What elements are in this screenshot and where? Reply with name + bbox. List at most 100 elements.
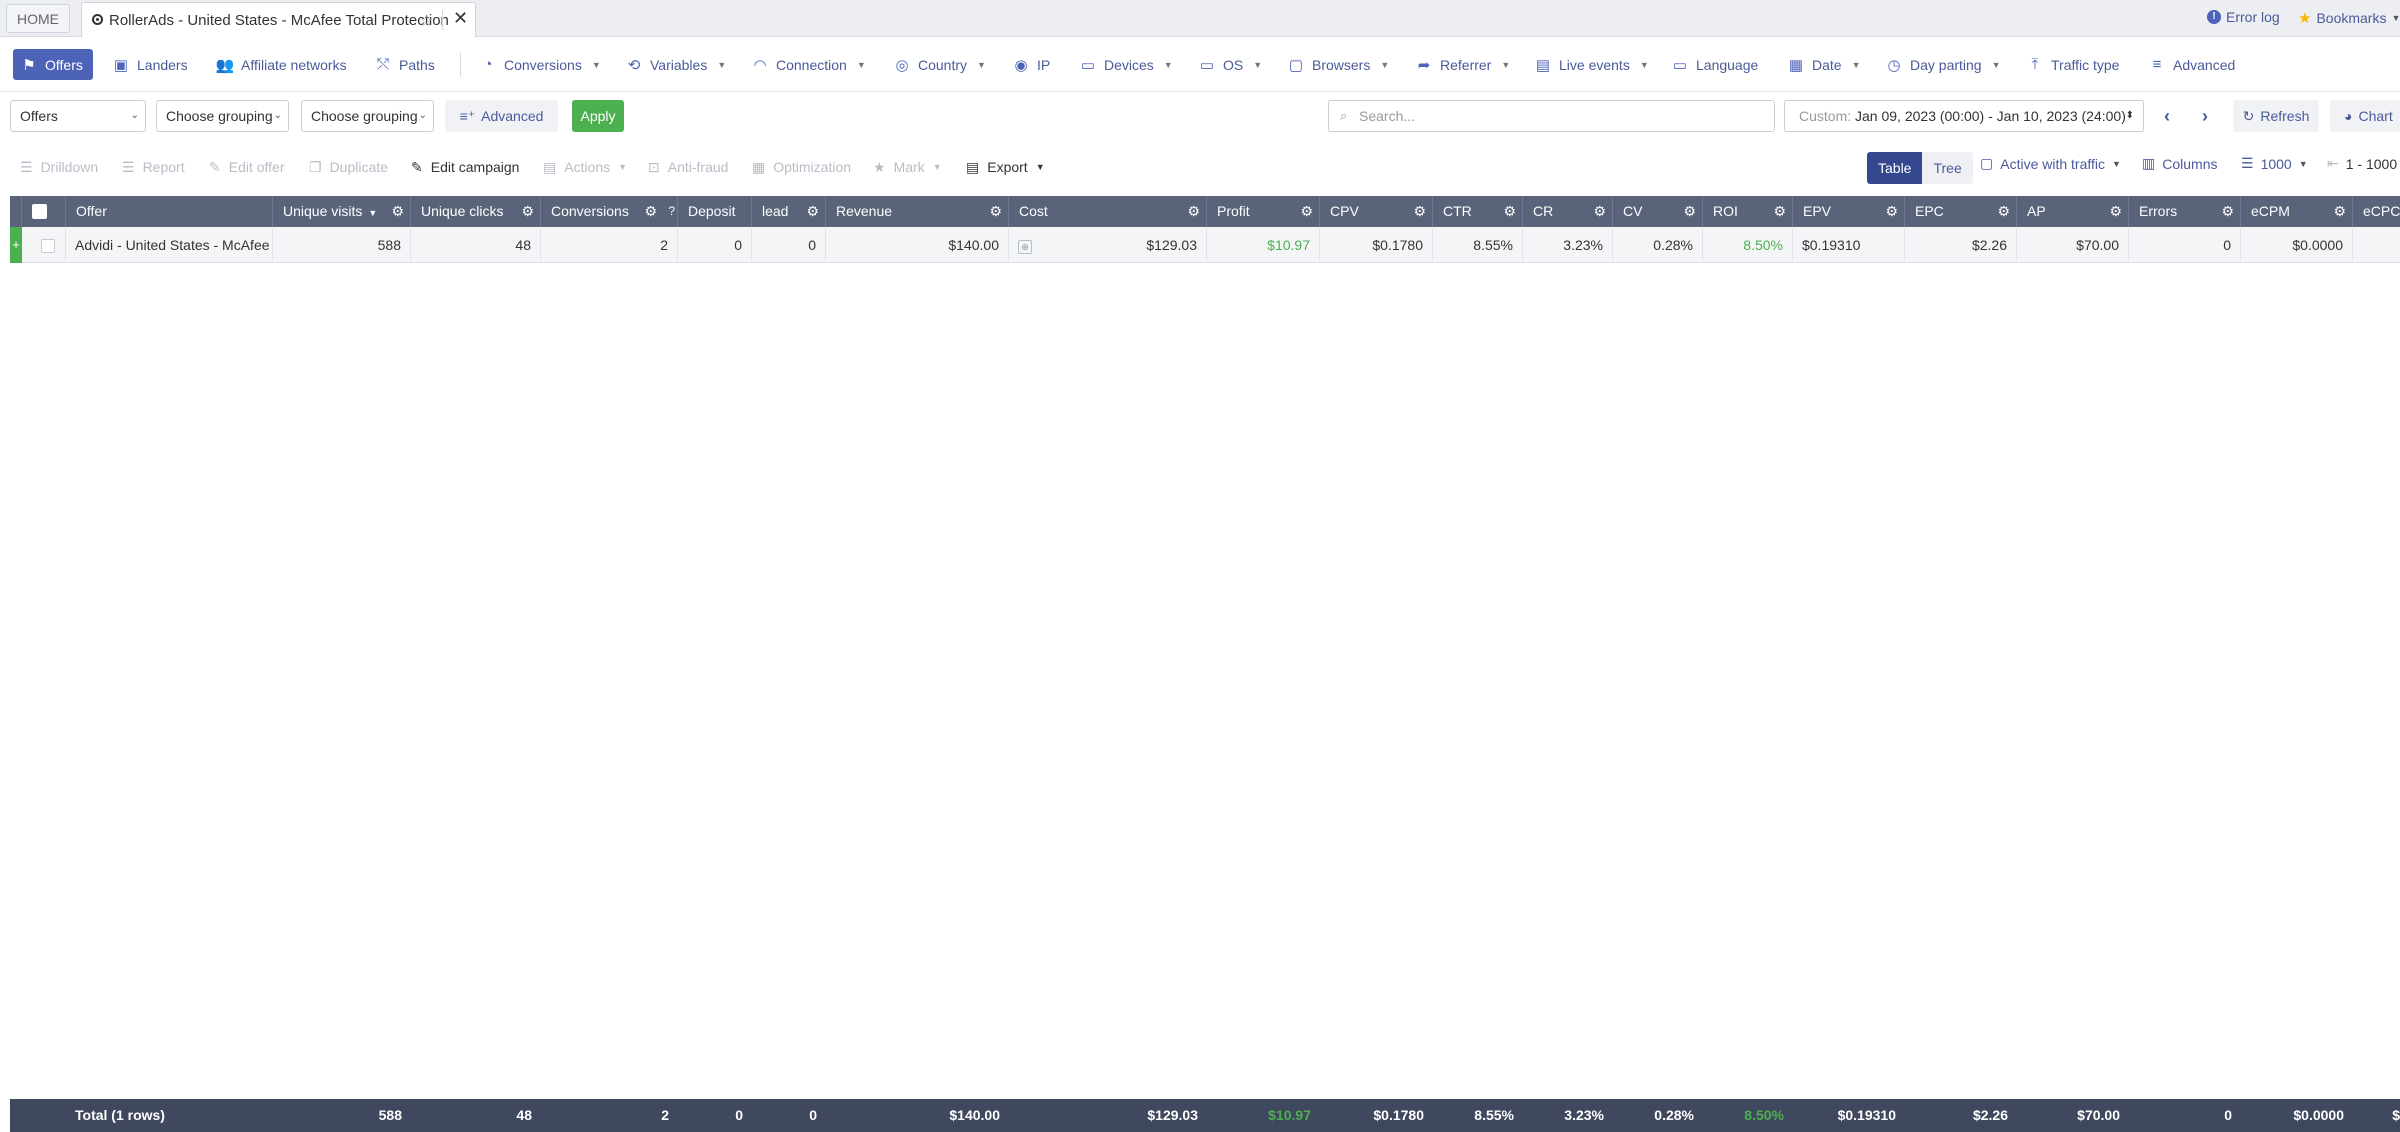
col-header-cr[interactable]: CR ⚙	[1523, 196, 1613, 227]
col-header-roi[interactable]: ROI ⚙	[1703, 196, 1793, 227]
nav-offers[interactable]: ⚑ Offers	[13, 49, 93, 80]
row-checkbox[interactable]	[22, 227, 66, 263]
nav-referrer[interactable]: ➦ Referrer ▼	[1416, 49, 1511, 80]
gear-icon[interactable]: ⚙	[1997, 196, 2010, 227]
nav-day-parting[interactable]: ◷ Day parting ▼	[1886, 49, 2000, 80]
page-size-select[interactable]: ☰ 1000 ▼	[2241, 155, 2308, 172]
cell-offer[interactable]: Advidi - United States - McAfee	[66, 227, 273, 263]
drilldown-button[interactable]: ☰ Drilldown	[20, 155, 98, 179]
select-all-checkbox[interactable]	[22, 196, 66, 227]
nav-variables[interactable]: ⟲ Variables ▼	[626, 49, 727, 80]
col-header-unique-visits[interactable]: Unique visits ▼ ⚙	[273, 196, 411, 227]
tab-campaign[interactable]: RollerAds - United States - McAfee Total…	[81, 2, 476, 37]
col-header-conversions[interactable]: Conversions ⚙?	[541, 196, 678, 227]
apply-button[interactable]: Apply	[572, 100, 624, 132]
nav-devices[interactable]: ▭ Devices ▼	[1080, 49, 1173, 80]
actions-menu[interactable]: ▤ Actions ▼	[543, 155, 627, 179]
gear-icon[interactable]: ⚙	[1593, 196, 1606, 227]
search-input[interactable]: ⌕ Search...	[1328, 100, 1775, 132]
close-icon[interactable]: ✕	[453, 8, 468, 29]
gear-icon[interactable]: ⚙	[2109, 196, 2122, 227]
col-header-errors[interactable]: Errors ⚙	[2129, 196, 2241, 227]
col-header-offer[interactable]: Offer	[66, 196, 273, 227]
cost-settings-icon[interactable]: ⊕	[1018, 240, 1032, 254]
nav-connection[interactable]: ◠ Connection ▼	[752, 49, 865, 80]
col-header-ap[interactable]: AP ⚙	[2017, 196, 2129, 227]
col-header-profit[interactable]: Profit ⚙	[1207, 196, 1320, 227]
view-tree-button[interactable]: Tree	[1922, 152, 1973, 184]
star-icon[interactable]: ☆	[419, 11, 433, 31]
nav-os[interactable]: ▭ OS ▼	[1199, 49, 1262, 80]
col-header-epv[interactable]: EPV ⚙	[1793, 196, 1905, 227]
mark-menu[interactable]: ★ Mark ▼	[873, 155, 942, 179]
bookmarks-menu[interactable]: ★ Bookmarks ▼	[2298, 9, 2400, 27]
nav-advanced[interactable]: ≡ Advanced	[2149, 49, 2236, 80]
nav-country[interactable]: ◎ Country ▼	[894, 49, 986, 80]
nav-ip[interactable]: ◉ IP	[1013, 49, 1050, 80]
col-header-epc[interactable]: EPC ⚙	[1905, 196, 2017, 227]
traffic-filter-select[interactable]: ▢ Active with traffic ▼	[1980, 155, 2121, 172]
export-menu[interactable]: ▤ Export ▼	[966, 155, 1045, 179]
gear-icon[interactable]: ⚙	[1683, 196, 1696, 227]
col-header-lead-label: lead	[762, 203, 789, 219]
date-range-picker[interactable]: Custom: Jan 09, 2023 (00:00) - Jan 10, 2…	[1784, 100, 2144, 132]
nav-language[interactable]: ▭ Language	[1672, 49, 1758, 80]
col-header-unique-clicks[interactable]: Unique clicks ⚙	[411, 196, 541, 227]
view-table-button[interactable]: Table	[1867, 152, 1923, 184]
nav-date[interactable]: ▦ Date ▼	[1788, 49, 1861, 80]
gear-icon[interactable]: ⚙	[1885, 196, 1898, 227]
col-header-ecpm[interactable]: eCPM ⚙	[2241, 196, 2353, 227]
tab-home[interactable]: HOME	[6, 4, 70, 33]
col-header-lead[interactable]: lead ⚙	[752, 196, 826, 227]
gear-icon[interactable]: ⚙	[644, 196, 657, 227]
nav-browsers[interactable]: ▢ Browsers ▼	[1288, 49, 1389, 80]
anti-fraud-button[interactable]: ⊡ Anti-fraud	[648, 155, 728, 179]
monitor-icon: ▭	[1199, 56, 1215, 74]
expand-row-icon[interactable]: +	[10, 227, 22, 263]
nav-affiliate-networks[interactable]: 👥 Affiliate networks	[216, 49, 347, 80]
nav-traffic-type[interactable]: ⤒ Traffic type	[2027, 49, 2120, 80]
error-log-link[interactable]: ! Error log	[2207, 9, 2280, 25]
pagination[interactable]: ⇤ 1 - 1000	[2327, 155, 2397, 172]
col-header-cost[interactable]: Cost ⚙	[1009, 196, 1207, 227]
gear-icon[interactable]: ⚙	[806, 196, 819, 227]
gear-icon[interactable]: ⚙	[391, 196, 404, 227]
col-header-revenue[interactable]: Revenue ⚙	[826, 196, 1009, 227]
col-header-cv[interactable]: CV ⚙	[1613, 196, 1703, 227]
grouping-select-2[interactable]: Choose grouping ⌄	[301, 100, 434, 132]
edit-campaign-button[interactable]: ✎ Edit campaign	[411, 155, 519, 179]
col-header-deposit[interactable]: Deposit	[678, 196, 752, 227]
columns-button[interactable]: ▥ Columns	[2142, 155, 2217, 172]
nav-live-events[interactable]: ▤ Live events ▼	[1535, 49, 1649, 80]
gear-icon[interactable]: ⚙	[1187, 196, 1200, 227]
gear-icon[interactable]: ⚙	[1503, 196, 1516, 227]
col-header-cpv[interactable]: CPV ⚙	[1320, 196, 1433, 227]
nav-browsers-label: Browsers	[1312, 56, 1371, 73]
next-period-button[interactable]: ›	[2190, 100, 2220, 132]
nav-landers[interactable]: ▣ Landers	[113, 49, 188, 80]
table-row[interactable]: + Advidi - United States - McAfee 588 48…	[10, 227, 2400, 263]
gear-icon[interactable]: ⚙	[1413, 196, 1426, 227]
duplicate-button[interactable]: ❐ Duplicate	[309, 155, 388, 179]
entity-select[interactable]: Offers ⌄	[10, 100, 146, 132]
grouping-select-1[interactable]: Choose grouping ⌄	[156, 100, 289, 132]
help-icon[interactable]: ?	[668, 196, 675, 227]
refresh-button[interactable]: ↻ Refresh	[2233, 100, 2319, 132]
nav-conversions[interactable]: ◔ Conversions ▼	[480, 49, 600, 80]
advanced-filter-button[interactable]: ≡⁺ Advanced	[445, 100, 558, 132]
prev-period-button[interactable]: ‹	[2152, 100, 2182, 132]
edit-offer-button[interactable]: ✎ Edit offer	[209, 155, 285, 179]
col-header-ctr[interactable]: CTR ⚙	[1433, 196, 1523, 227]
report-button[interactable]: ☰ Report	[122, 155, 185, 179]
gear-icon[interactable]: ⚙	[1773, 196, 1786, 227]
col-header-ecpc[interactable]: eCPC	[2353, 196, 2400, 227]
nav-paths[interactable]: ⤲ Paths	[375, 49, 435, 80]
gear-icon[interactable]: ⚙	[2221, 196, 2234, 227]
grouping-select-2-value: Choose grouping	[311, 108, 418, 124]
gear-icon[interactable]: ⚙	[989, 196, 1002, 227]
gear-icon[interactable]: ⚙	[1300, 196, 1313, 227]
chart-button[interactable]: ◕ Chart	[2330, 100, 2400, 132]
gear-icon[interactable]: ⚙	[2333, 196, 2346, 227]
gear-icon[interactable]: ⚙	[521, 196, 534, 227]
optimization-button[interactable]: ▦ Optimization	[752, 155, 851, 179]
